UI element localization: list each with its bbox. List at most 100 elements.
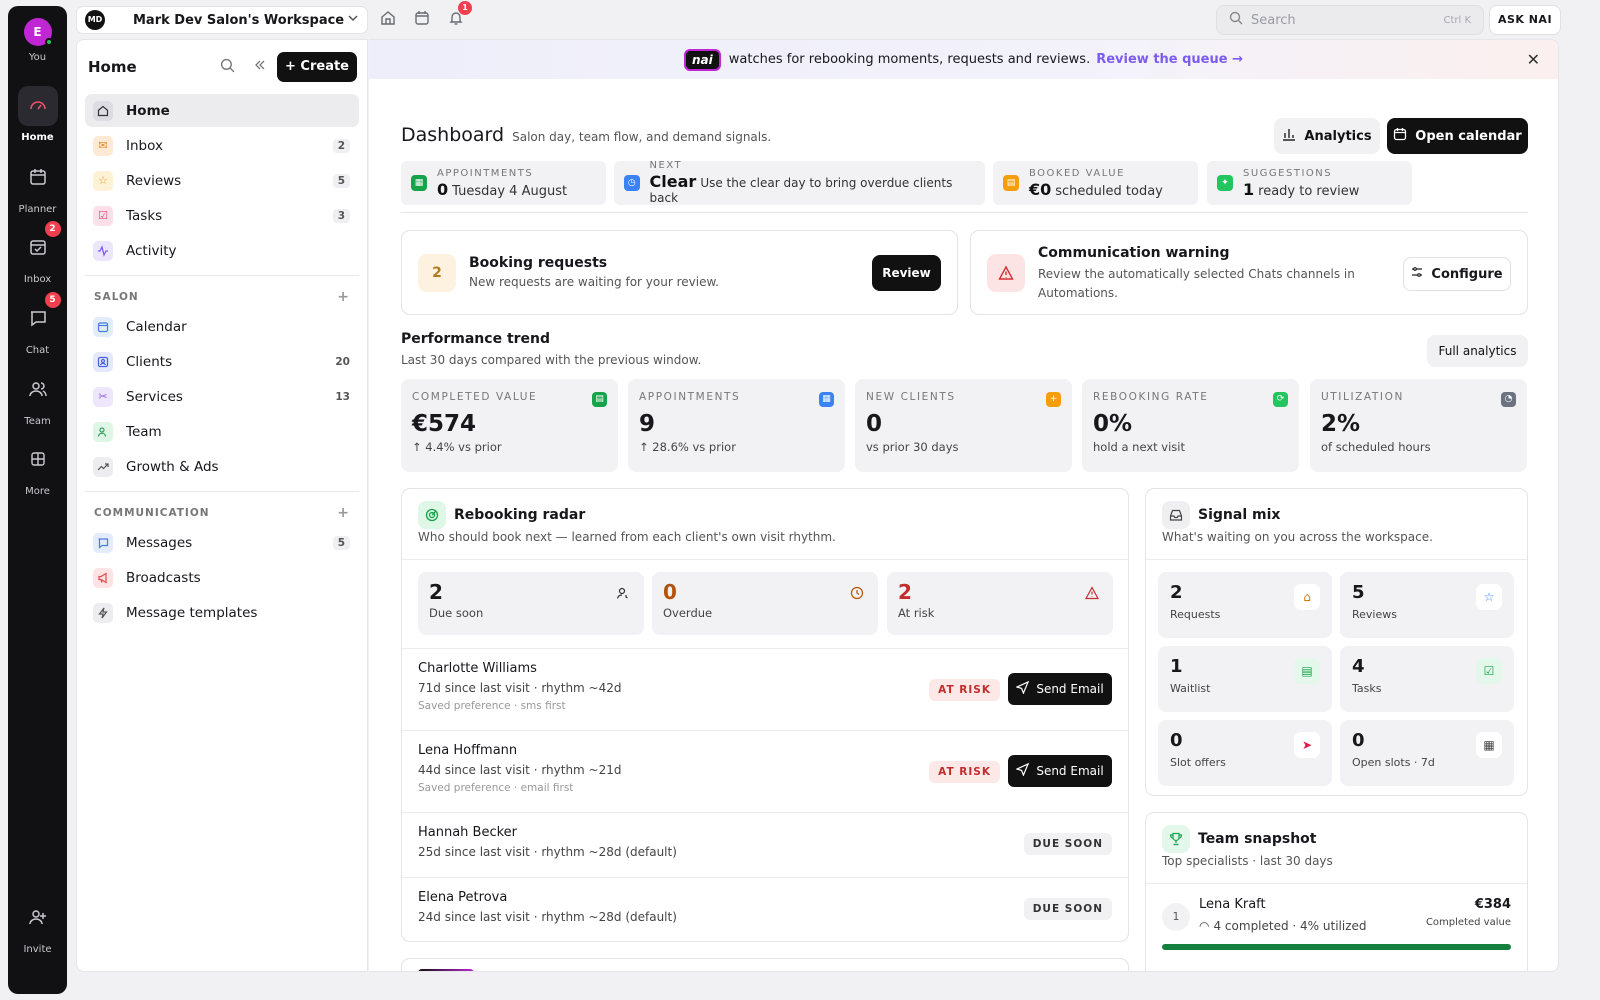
client-name: Lena Hoffmann xyxy=(418,743,518,758)
workspace-switcher[interactable]: MD Mark Dev Salon's Workspace xyxy=(76,6,368,34)
sidebar-item-label: Team xyxy=(126,423,162,440)
ask-nai-button[interactable]: ASK NAI xyxy=(1489,5,1561,35)
rail-more[interactable]: More xyxy=(8,440,67,497)
sidebar-item-activity[interactable]: Activity xyxy=(85,234,359,267)
configure-button[interactable]: Configure xyxy=(1403,257,1511,291)
sidebar-item-home[interactable]: Home xyxy=(85,94,359,127)
sidebar-item-label: Messages xyxy=(126,534,193,551)
rail-you[interactable]: E You xyxy=(8,18,67,63)
sidebar-item-calendar[interactable]: Calendar xyxy=(85,310,359,343)
sidebar-item-reviews[interactable]: ☆ Reviews 5 xyxy=(85,164,359,197)
search-input[interactable]: Search Ctrl K xyxy=(1216,5,1484,35)
rail-team[interactable]: Team xyxy=(8,370,67,427)
add-salon-item-icon[interactable]: + xyxy=(337,289,350,305)
signal-slot-offers[interactable]: 0 Slot offers ➤ xyxy=(1158,720,1332,786)
metric-overdue[interactable]: 0 Overdue xyxy=(652,572,878,635)
user-plus-icon xyxy=(18,898,58,938)
rail-home[interactable]: Home xyxy=(8,86,67,143)
bell-icon[interactable]: 1 xyxy=(446,1,472,30)
home-icon[interactable] xyxy=(378,10,398,30)
specialist-name[interactable]: Lena Kraft xyxy=(1199,897,1266,912)
sidebar-item-label: Home xyxy=(126,102,170,119)
sidebar-item-messages[interactable]: Messages 5 xyxy=(85,526,359,559)
booking-desc: New requests are waiting for your review… xyxy=(469,275,719,289)
chip-next[interactable]: ◷ NEXT Clear Use the clear day to bring ov… xyxy=(614,160,985,205)
metric-value: 0 xyxy=(663,580,677,604)
stat-rebooking-rate[interactable]: REBOOKING RATE ⟳ 0% hold a next visit xyxy=(1082,379,1299,472)
stat-completed-value[interactable]: COMPLETED VALUE ▤ €574 ↑ 4.4% vs prior xyxy=(401,379,618,472)
clock-icon xyxy=(850,586,864,604)
rail-chat[interactable]: 5 Chat xyxy=(8,292,67,356)
team-snapshot-card: Team snapshot Top specialists · last 30 … xyxy=(1145,812,1528,971)
warning-desc: Review the automatically selected Chats … xyxy=(1038,267,1355,300)
search-icon xyxy=(1229,11,1243,29)
chip-booked-value[interactable]: ▤ BOOKED VALUE €0 scheduled today xyxy=(993,161,1198,205)
signal-reviews[interactable]: 5 Reviews ☆ xyxy=(1340,572,1514,638)
search-icon[interactable] xyxy=(220,58,235,77)
rail-planner[interactable]: Planner xyxy=(8,158,67,215)
chip-detail: scheduled today xyxy=(1055,183,1163,199)
stat-value: 0 xyxy=(866,411,883,437)
full-analytics-button[interactable]: Full analytics xyxy=(1427,335,1528,367)
signal-tasks[interactable]: 4 Tasks ☑ xyxy=(1340,646,1514,712)
booking-title: Booking requests xyxy=(469,255,608,271)
sidebar-item-label: Broadcasts xyxy=(126,569,201,586)
sidebar-item-team[interactable]: Team xyxy=(85,415,359,448)
analytics-button[interactable]: Analytics xyxy=(1274,118,1380,154)
chip-appointments[interactable]: ▦ APPOINTMENTS 0 Tuesday 4 August xyxy=(401,161,606,205)
sidebar-item-services[interactable]: ✂ Services 13 xyxy=(85,380,359,413)
sidebar-item-clients[interactable]: Clients 20 xyxy=(85,345,359,378)
send-email-button[interactable]: Send Email xyxy=(1008,673,1112,705)
table-row[interactable]: Charlotte Williams 71d since last visit … xyxy=(402,648,1128,731)
rail-label: Chat xyxy=(25,345,50,356)
chip-label: APPOINTMENTS xyxy=(437,167,534,179)
tasks-count: 3 xyxy=(332,208,350,223)
send-email-button[interactable]: Send Email xyxy=(1008,755,1112,787)
sidebar-item-broadcasts[interactable]: Broadcasts xyxy=(85,561,359,594)
table-row[interactable]: Hannah Becker 25d since last visit · rhy… xyxy=(402,812,1128,877)
status-badge: DUE SOON xyxy=(1023,833,1112,855)
open-calendar-button[interactable]: Open calendar xyxy=(1387,118,1528,154)
close-icon[interactable]: ✕ xyxy=(1527,50,1540,69)
signal-waitlist[interactable]: 1 Waitlist ▤ xyxy=(1158,646,1332,712)
review-queue-link[interactable]: Review the queue → xyxy=(1096,52,1243,67)
table-row[interactable]: Elena Petrova 24d since last visit · rhy… xyxy=(402,877,1128,941)
stat-utilization[interactable]: UTILIZATION ◔ 2% of scheduled hours xyxy=(1310,379,1527,472)
sidebar-item-inbox[interactable]: ✉ Inbox 2 xyxy=(85,129,359,162)
stat-appointments[interactable]: APPOINTMENTS ▦ 9 ↑ 28.6% vs prior xyxy=(628,379,845,472)
metric-label: Overdue xyxy=(663,606,713,620)
chip-suggestions[interactable]: ✦ SUGGESTIONS 1 ready to review xyxy=(1207,161,1412,205)
calendar-icon[interactable] xyxy=(412,10,432,30)
signal-open-slots[interactable]: 0 Open slots · 7d ▦ xyxy=(1340,720,1514,786)
stat-new-clients[interactable]: NEW CLIENTS + 0 vs prior 30 days xyxy=(855,379,1072,472)
users-icon xyxy=(18,370,58,410)
rail-label: Invite xyxy=(23,944,52,955)
rail-invite[interactable]: Invite xyxy=(8,898,67,955)
stat-value: 0% xyxy=(1093,411,1133,437)
collapse-icon[interactable] xyxy=(253,58,267,76)
signal-requests[interactable]: 2 Requests ⌂ xyxy=(1158,572,1332,638)
user-avatar[interactable]: E xyxy=(23,18,53,46)
chat-bubble-icon: 5 xyxy=(18,292,61,339)
metric-at-risk[interactable]: 2 At risk xyxy=(887,572,1113,635)
add-communication-item-icon[interactable]: + xyxy=(337,505,350,521)
sidebar-item-message-templates[interactable]: Message templates xyxy=(85,596,359,629)
sidebar-item-tasks[interactable]: ☑ Tasks 3 xyxy=(85,199,359,232)
metric-value: 2 xyxy=(429,580,443,604)
warning-triangle-icon xyxy=(987,254,1025,292)
stat-sub: ↑ 28.6% vs prior xyxy=(639,440,736,454)
star-icon: ☆ xyxy=(93,170,113,191)
sidebar-item-growth[interactable]: Growth & Ads xyxy=(85,450,359,483)
chip-value: €0 xyxy=(1029,179,1052,199)
metric-due-soon[interactable]: 2 Due soon xyxy=(418,572,644,635)
chip-label: BOOKED VALUE xyxy=(1029,167,1125,179)
calendar-icon: ▦ xyxy=(819,392,834,407)
chip-value: Clear xyxy=(649,172,697,191)
chip-label: NEXT xyxy=(649,160,683,171)
rail-inbox[interactable]: 2 Inbox xyxy=(8,221,67,285)
icon-rail: E You Home Planner 2 Inbox 5 Chat Team M… xyxy=(8,6,67,994)
table-row[interactable]: Lena Hoffmann 44d since last visit · rhy… xyxy=(402,730,1128,812)
review-button[interactable]: Review xyxy=(872,255,941,291)
create-button[interactable]: + Create xyxy=(277,52,357,82)
client-detail: 24d since last visit · rhythm ~28d (defa… xyxy=(418,910,677,924)
